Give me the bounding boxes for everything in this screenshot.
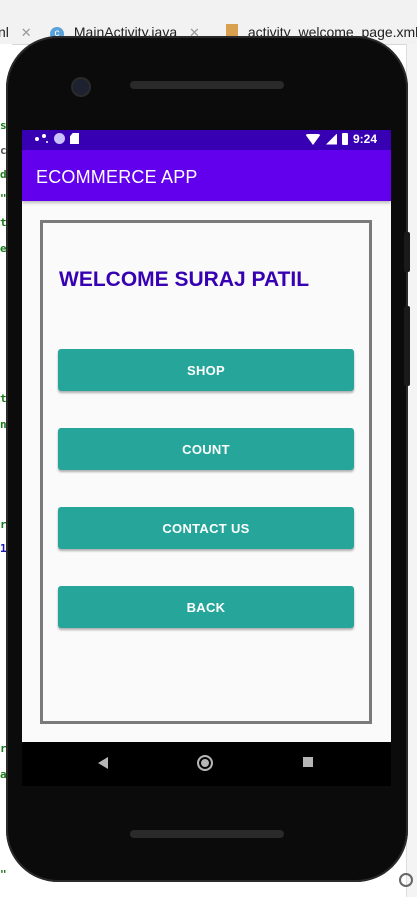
status-system: 9:24: [304, 132, 377, 146]
count-button[interactable]: COUNT: [58, 428, 354, 470]
ide-tab-label: nl: [0, 24, 9, 40]
globe-icon[interactable]: [399, 873, 413, 887]
battery-icon: [341, 133, 348, 145]
network-dots-icon: [35, 133, 49, 144]
code-fragment: ": [0, 868, 7, 881]
ide-tab-xml-partial[interactable]: nl ✕: [0, 24, 32, 41]
status-bar: 9:24: [22, 130, 391, 150]
app-title: ECOMMERCE APP: [36, 167, 198, 187]
speaker-grille-top: [130, 81, 284, 89]
device-screen: 9:24 ECOMMERCE APP WELCOME SURAJ PATIL S…: [22, 130, 391, 742]
sd-card-icon: [70, 133, 79, 144]
contact-us-button[interactable]: CONTACT US: [58, 507, 354, 549]
sync-circle-icon: [54, 133, 65, 144]
camera-icon: [73, 79, 89, 95]
home-icon[interactable]: [197, 755, 213, 771]
back-button[interactable]: BACK: [58, 586, 354, 628]
speaker-grille-bottom: [130, 830, 284, 838]
wifi-icon: [304, 133, 321, 145]
shop-button[interactable]: SHOP: [58, 349, 354, 391]
welcome-panel: WELCOME SURAJ PATIL SHOP COUNT CONTACT U…: [40, 220, 372, 724]
welcome-heading: WELCOME SURAJ PATIL: [59, 268, 310, 291]
cell-signal-icon: [325, 133, 337, 145]
volume-button[interactable]: [404, 306, 410, 386]
app-bar: ECOMMERCE APP: [22, 150, 391, 201]
close-icon[interactable]: ✕: [21, 25, 32, 40]
status-time: 9:24: [352, 132, 377, 146]
status-notifications: [35, 133, 79, 144]
back-icon[interactable]: [98, 757, 108, 769]
power-button[interactable]: [404, 232, 410, 272]
navigation-bar: [22, 742, 391, 786]
recents-icon[interactable]: [303, 757, 313, 767]
